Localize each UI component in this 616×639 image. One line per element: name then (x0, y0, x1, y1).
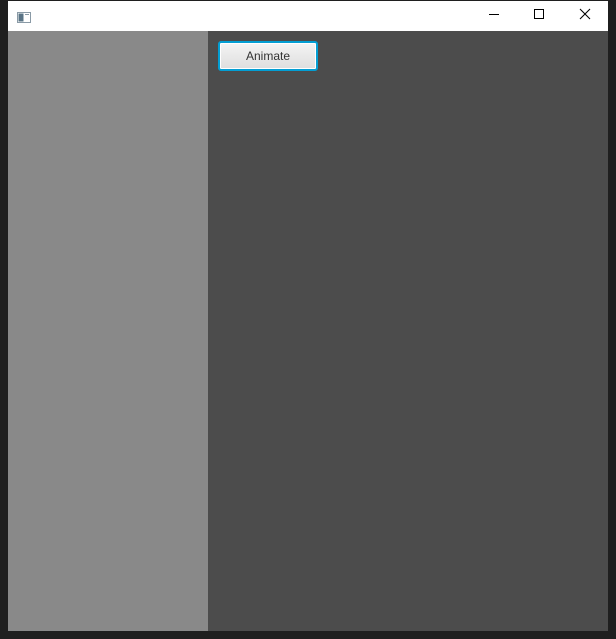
close-icon (579, 7, 591, 25)
minimize-button[interactable] (471, 1, 517, 31)
minimize-icon (488, 7, 500, 25)
title-bar[interactable] (8, 1, 608, 31)
maximize-icon (533, 7, 545, 25)
maximize-button[interactable] (516, 1, 562, 31)
animate-button[interactable]: Animate (218, 41, 318, 71)
close-button[interactable] (562, 1, 608, 31)
right-pane: Animate (208, 31, 608, 631)
app-window-icon (17, 10, 31, 23)
left-pane (8, 31, 208, 631)
app-window: Animate (0, 0, 616, 639)
